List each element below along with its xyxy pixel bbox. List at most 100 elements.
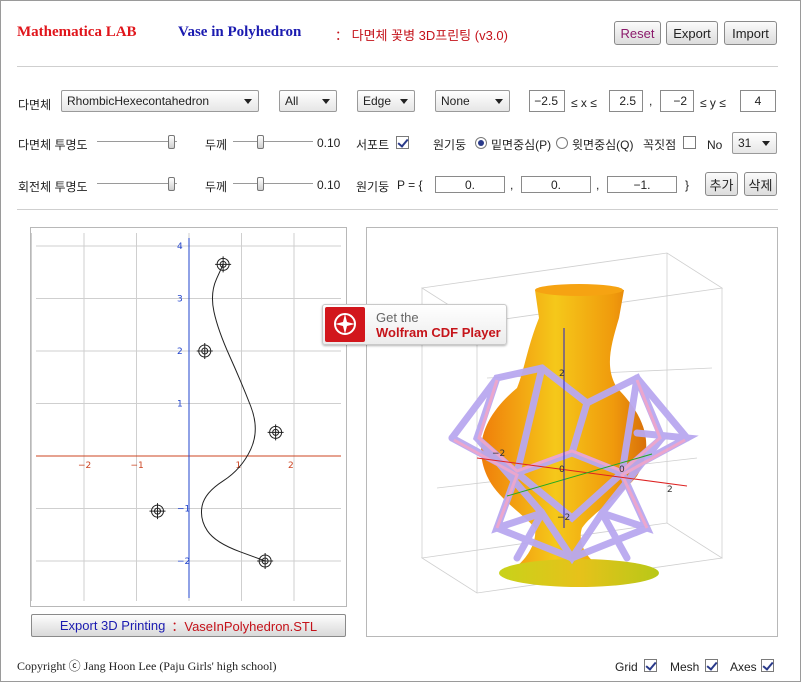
app-window: Mathematica LAB Vase in Polyhedron ： 다면체… [0,0,801,682]
wolfram-logo-icon [325,307,365,342]
thickness-slider-2[interactable] [233,177,313,191]
model-3d-panel[interactable]: 2 0 −2 −2 0 2 [366,227,778,637]
profile-curve [200,264,266,562]
radio-top-center[interactable] [556,137,568,149]
slider-track [97,183,177,185]
divider [17,66,778,67]
thickness-value: 0.10 [317,136,341,150]
p-z-input[interactable]: −1. [607,176,677,193]
y-tick-label: −1 [177,505,190,515]
profile-plot[interactable]: −2 −1 1 24321−1−2 [31,228,347,614]
chevron-down-icon [495,99,503,104]
y-tick-label: −2 [177,557,190,567]
face-filter-value: All [285,94,299,108]
revolution-opacity-label: 회전체 투명도 [18,180,88,194]
x-min-input[interactable]: −2.5 [529,90,565,112]
cylinder-label-2: 원기둥 [356,180,390,194]
p-y-input[interactable]: 0. [521,176,591,193]
slider-track [233,141,313,143]
profile-plot-panel[interactable]: −2 −1 1 2 4 3 2 1 −1 −2 [30,227,347,614]
export-3d-printing-button[interactable]: Export 3D Printing ：VaseInPolyhedron.STL [31,614,346,637]
svg-text:0: 0 [559,465,565,475]
svg-text:−2: −2 [557,513,570,523]
export-button[interactable]: Export [666,21,718,45]
thickness-label-2: 두께 [205,180,228,194]
mesh-label: Mesh [670,660,700,674]
chevron-down-icon [400,99,408,104]
vertex-number-value: 31 [738,136,752,150]
copyright-text: Copyright ⓒ Jang Hoon Lee (Paju Girls' h… [17,659,277,673]
add-button[interactable]: 추가 [705,172,738,196]
plot-tick-labels: −2 −1 1 24321−1−2 [78,242,294,567]
x-tick-label: −1 [131,461,144,471]
control-point[interactable] [267,424,284,441]
vase-shape [481,284,659,587]
x-tick-label: 2 [288,461,294,471]
sep-1: , [510,178,514,192]
control-points[interactable] [149,256,284,569]
slider-thumb[interactable] [168,177,175,191]
plot-axes [36,238,341,598]
export-3d-label: Export 3D Printing [59,618,166,633]
support-checkbox[interactable] [396,136,409,149]
control-point[interactable] [149,503,166,520]
cdf-line-1: Get the [376,310,419,325]
slider-thumb[interactable] [257,177,264,191]
svg-text:−2: −2 [492,449,505,459]
vertex-label: 꼭짓점 [643,138,677,152]
y-max-input[interactable]: 4 [740,90,776,112]
thickness-slider[interactable] [233,135,313,149]
svg-text:2: 2 [667,485,673,495]
comma-label: , [649,94,653,108]
revolution-opacity-slider[interactable] [97,177,177,191]
face-filter-select[interactable]: All [279,90,337,112]
p-x-input[interactable]: 0. [435,176,505,193]
polyhedron-opacity-label: 다면체 투명도 [18,138,88,152]
close-brace: } [685,178,690,192]
mesh-checkbox[interactable] [705,659,718,672]
app-title: Vase in Polyhedron [178,24,302,40]
style-select-value: None [441,94,470,108]
grid-label: Grid [615,660,638,674]
reset-button[interactable]: Reset [614,21,661,45]
support-label: 서포트 [356,138,390,152]
vertex-checkbox[interactable] [683,136,696,149]
cylinder-label: 원기둥 [433,138,467,152]
slider-thumb[interactable] [257,135,264,149]
polyhedron-label: 다면체 [18,98,52,112]
control-point[interactable] [196,343,213,359]
vertex-number-select[interactable]: 31 [732,132,777,154]
polyhedron-select[interactable]: RhombicHexecontahedron [61,90,259,112]
grid-checkbox[interactable] [644,659,657,672]
slider-track [233,183,313,185]
x-range-label: ≤ x ≤ [571,96,597,110]
no-label: No [707,138,723,152]
y-min-input[interactable]: −2 [660,90,694,112]
delete-button[interactable]: 삭제 [744,172,777,196]
model-3d-view[interactable]: 2 0 −2 −2 0 2 [367,228,777,636]
sep-2: , [596,178,600,192]
radio-base-center[interactable] [475,137,487,149]
y-tick-label: 1 [177,400,183,410]
chevron-down-icon [322,99,330,104]
y-tick-label: 4 [177,242,183,252]
slider-thumb[interactable] [168,135,175,149]
edge-select[interactable]: Edge [357,90,415,112]
divider [17,209,778,210]
control-point[interactable] [215,256,232,273]
control-point[interactable] [257,553,274,569]
style-select[interactable]: None [435,90,510,112]
y-range-label: ≤ y ≤ [700,96,726,110]
import-button[interactable]: Import [724,21,777,45]
cdf-player-badge[interactable]: Get the Wolfram CDF Player [322,304,507,345]
radio-top-center-label: 윗면중심(Q) [572,138,634,152]
axes-label: Axes [730,660,757,674]
x-max-input[interactable]: 2.5 [609,90,643,112]
y-tick-label: 2 [177,347,183,357]
thickness-label: 두께 [205,138,228,152]
polyhedron-opacity-slider[interactable] [97,135,177,149]
axes-checkbox[interactable] [761,659,774,672]
slider-track [97,141,177,143]
lab-title: Mathematica LAB [17,24,137,40]
p-label: P = { [397,178,423,192]
